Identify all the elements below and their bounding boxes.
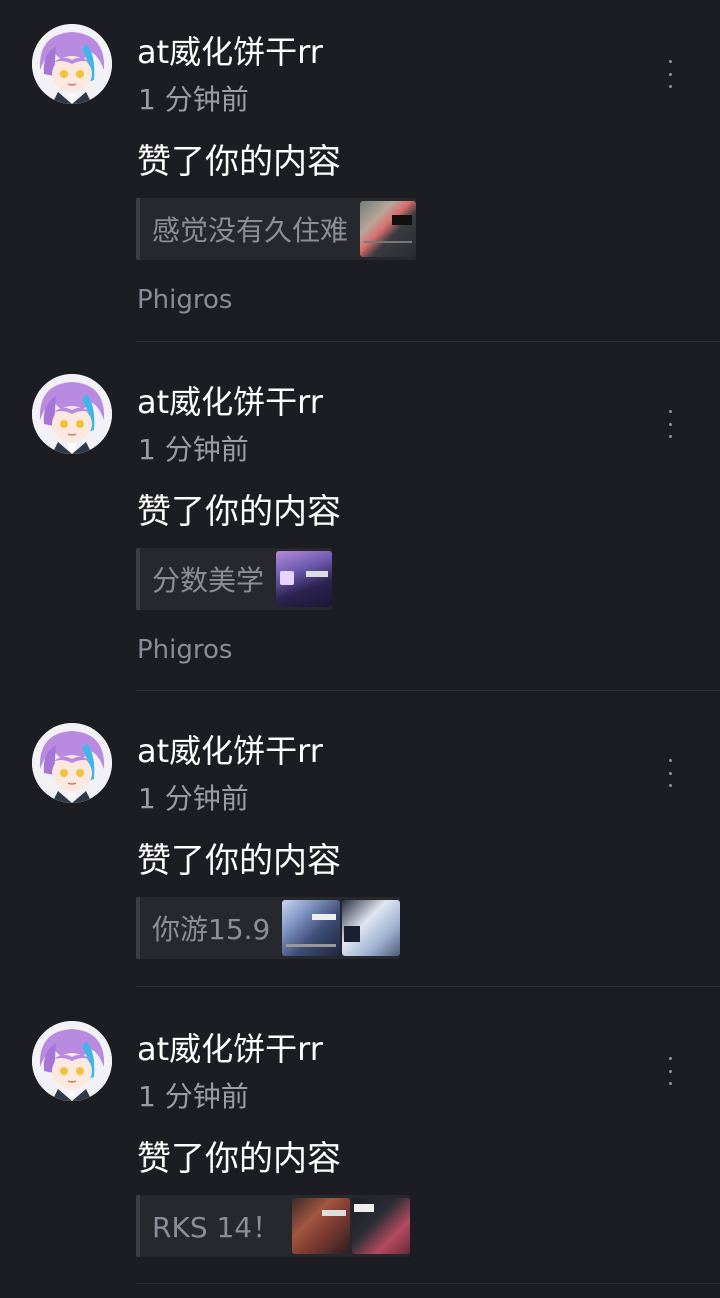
notification-item[interactable]: at威化饼干rr 1 分钟前 赞了你的内容 你游15.9: [0, 699, 720, 989]
preview-text: 分数美学: [152, 564, 265, 597]
preview-text: 感觉没有久住难: [152, 214, 349, 247]
timestamp: 1 分钟前: [138, 433, 249, 466]
source-label[interactable]: Phigros: [137, 632, 232, 668]
notification-item[interactable]: at威化饼干rr 1 分钟前 赞了你的内容 感觉没有久住难 Phigros: [0, 0, 720, 342]
avatar[interactable]: [32, 24, 112, 104]
thumbnail-image[interactable]: [342, 900, 401, 956]
action-text: 赞了你的内容: [137, 841, 341, 881]
more-options-icon[interactable]: [660, 60, 680, 88]
preview-text: RKS 14！: [152, 1211, 281, 1244]
timestamp: 1 分钟前: [138, 1080, 249, 1113]
action-text: 赞了你的内容: [137, 1139, 341, 1179]
more-options-icon[interactable]: [660, 410, 680, 438]
content-preview[interactable]: 感觉没有久住难: [136, 198, 417, 260]
action-text: 赞了你的内容: [137, 492, 341, 532]
preview-text: 你游15.9: [152, 913, 271, 946]
thumbnail-image[interactable]: [292, 1198, 351, 1254]
timestamp: 1 分钟前: [138, 782, 249, 815]
thumbnail-image[interactable]: [352, 1198, 411, 1254]
thumbnail-image[interactable]: [276, 551, 333, 607]
username[interactable]: at威化饼干rr: [137, 32, 323, 72]
avatar[interactable]: [32, 723, 112, 803]
more-options-icon[interactable]: [660, 759, 680, 787]
content-preview[interactable]: 你游15.9: [136, 897, 401, 959]
avatar[interactable]: [32, 1021, 112, 1101]
notification-feed: at威化饼干rr 1 分钟前 赞了你的内容 感觉没有久住难 Phigros at…: [0, 0, 720, 1298]
thumbnail-image[interactable]: [282, 900, 341, 956]
avatar[interactable]: [32, 374, 112, 454]
divider: [136, 986, 720, 987]
content-preview[interactable]: RKS 14！: [136, 1195, 411, 1257]
divider: [136, 1283, 720, 1284]
thumbnail-image[interactable]: [360, 201, 417, 257]
username[interactable]: at威化饼干rr: [137, 731, 323, 771]
timestamp: 1 分钟前: [138, 83, 249, 116]
notification-item[interactable]: at威化饼干rr 1 分钟前 赞了你的内容 RKS 14！: [0, 997, 720, 1287]
content-preview[interactable]: 分数美学: [136, 548, 333, 610]
source-label[interactable]: Phigros: [137, 282, 232, 318]
divider: [136, 341, 720, 342]
username[interactable]: at威化饼干rr: [137, 382, 323, 422]
action-text: 赞了你的内容: [137, 142, 341, 182]
more-options-icon[interactable]: [660, 1057, 680, 1085]
username[interactable]: at威化饼干rr: [137, 1029, 323, 1069]
divider: [136, 690, 720, 691]
notification-item[interactable]: at威化饼干rr 1 分钟前 赞了你的内容 分数美学 Phigros: [0, 350, 720, 692]
